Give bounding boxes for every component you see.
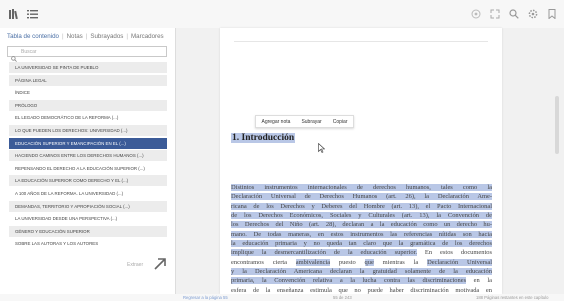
toc-item[interactable]: A 100 años de la Reforma. La universidad… [9,188,167,199]
text-segment: encontramos cierta [231,258,296,266]
highlight-button[interactable]: Subrayar [301,119,321,125]
search-icon[interactable] [508,8,520,20]
table-of-contents-panel: Tabla de contenido | Notas | Subrayados | Marc… [0,28,176,301]
document-body-text: Distintos instrumentos internacionales d… [231,183,493,295]
bookmark-icon[interactable] [546,8,558,20]
tab-table-of-contents[interactable]: Tabla de contenido [7,33,59,40]
list-icon[interactable] [26,8,38,20]
settings-icon[interactable] [470,8,482,20]
text-line: mano. De todas maneras, en estos instrum… [231,230,492,239]
toc-item[interactable]: El legado democrático de la Reforma (...… [9,112,167,123]
toc-item[interactable]: Prólogo [9,99,167,111]
text-line: la educación primaria y no queda tan cla… [231,239,492,248]
scrollbar[interactable] [555,96,559,154]
sidebar-tabs: Tabla de contenido | Notas | Subrayados | Marc… [7,33,164,40]
add-note-button[interactable]: Agregar nota [262,119,291,125]
text-cursor-icon [318,140,326,158]
sidebar-footer: Extraer [0,254,176,275]
highlighted-text: ricana de los Derechos y Deberes del Hom… [231,202,492,210]
toc-item[interactable]: La universidad se pinta de pueblo [9,62,167,73]
toc-item[interactable]: La educación superior como derecho y el … [9,175,167,187]
text-line: de los Derechos Económicos, Sociales y C… [231,211,492,220]
copy-button[interactable]: Copiar [333,119,348,125]
toc-item[interactable]: Repensando el derecho a la educación sup… [9,163,167,174]
toc-item[interactable]: Sobre las autoras y los autores [9,238,167,249]
toc-item[interactable]: Índice [9,87,167,98]
section-heading: 1. Introducción [231,133,296,143]
top-toolbar [0,0,564,28]
toc-item[interactable]: Demandas, territorio y apropiación socia… [9,200,167,212]
highlighted-text: Declaración Universal [427,258,493,266]
toc-item[interactable]: Página legal [9,74,167,86]
highlighted-text: que [364,258,374,266]
return-to-page-link[interactable]: Regresar a la página 55 [183,295,228,300]
gear-icon[interactable] [527,8,539,20]
highlighted-text: primaria, la Convención relativa a la lu… [231,277,467,285]
tab-separator: | [61,33,64,40]
highlighted-text: de los Derechos Económicos, Sociales y C… [231,212,492,220]
text-line: Distintos instrumentos internacionales d… [231,183,492,192]
text-line: ricana de los Derechos y Deberes del Hom… [231,202,492,211]
toc-list: La universidad se pinta de pueblo Página… [9,62,167,251]
tab-separator: | [85,33,88,40]
text-line: los Derechos del Niño (art. 28), declara… [231,220,492,229]
text-segment: en la [466,277,492,285]
text-segment: esfera de la enseñanza estimula que no p… [231,286,492,294]
text-line: y la Declaración Americana declaran la g… [231,267,492,276]
highlighted-text: los Derechos del Niño (art. 28), declara… [231,221,492,229]
text-line: encontramos cierta ambivalencia puesto q… [231,258,493,267]
text-line: implique la desmercantilización de la ed… [231,248,492,257]
toc-item[interactable]: Lo que pueden los derechos: universidad … [9,124,167,136]
selection-context-menu: Agregar nota Subrayar Copiar [255,115,354,128]
remaining-pages: 188 Páginas restantes en este capítulo [476,295,549,300]
tab-separator: | [126,33,128,40]
tab-notes[interactable]: Notas [67,33,83,40]
highlighted-text: Declaración Universal de Derechos Humano… [231,193,492,201]
current-page[interactable]: 55 [333,295,338,300]
bottom-status-bar: Regresar a la página 55 55 de 243 188 Pá… [0,294,564,301]
toc-search-box[interactable] [7,46,167,62]
highlighted-text: la educación primaria y no queda tan cla… [231,240,492,248]
highlighted-text: y la Declaración Americana declaran la g… [231,268,492,276]
toc-item[interactable]: Haciendo caminos entre los derechos huma… [9,150,167,162]
highlighted-text: implique la desmercantilización de la ed… [231,249,417,257]
text-segment: mientras la [373,258,428,266]
extract-arrow-icon[interactable] [153,257,167,276]
highlighted-text: Distintos instrumentos internacionales d… [231,184,492,191]
text-line: primaria, la Convención relativa a la lu… [231,276,492,285]
extract-label[interactable]: Extraer [127,262,143,268]
library-icon[interactable] [8,8,20,20]
toc-item[interactable]: La universidad desde una perspectiva (..… [9,213,167,224]
total-pages: de 243 [338,295,352,300]
text-line: Declaración Universal de Derechos Humano… [231,192,492,201]
fullscreen-icon[interactable] [489,8,501,20]
page-divider [234,41,488,42]
search-input[interactable] [21,48,161,56]
text-segment: puesto [330,258,365,266]
highlighted-text: mano. De todas maneras, en estos instrum… [231,230,492,238]
tab-highlights[interactable]: Subrayados [90,33,123,40]
highlighted-text: ambivalencia [295,258,331,266]
text-segment: En estos documentos [416,249,492,257]
page-indicator: 55 de 243 [333,295,352,300]
tab-bookmarks[interactable]: Marcadores [131,33,164,40]
toc-item-selected[interactable]: Educación superior y emancipación en el … [9,137,167,149]
toc-item[interactable]: Género y educación superior [9,225,167,237]
